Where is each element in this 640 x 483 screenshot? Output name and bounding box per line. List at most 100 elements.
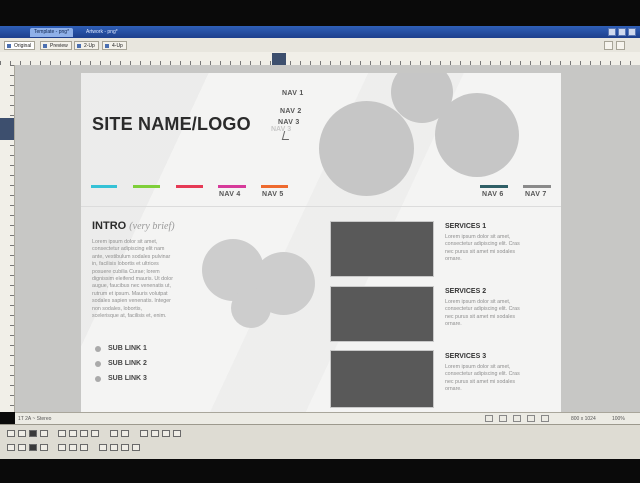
original-view-button[interactable]: Original bbox=[4, 41, 36, 50]
service-line: nec purus sit amet mi sodales bbox=[445, 313, 516, 320]
pencil-icon bbox=[7, 44, 11, 48]
zoom-level[interactable]: 100% bbox=[612, 416, 625, 422]
4up-label: 4-Up bbox=[112, 43, 123, 49]
sub-link-2[interactable]: SUB LINK 2 bbox=[108, 360, 147, 367]
order-icon[interactable] bbox=[140, 430, 148, 437]
nav-5[interactable]: NAV 5 bbox=[262, 191, 284, 198]
save-icon[interactable] bbox=[29, 444, 37, 451]
intro-line: non sodales, lobortis, bbox=[92, 305, 143, 312]
export-icon[interactable] bbox=[132, 444, 140, 451]
service-image-placeholder bbox=[330, 350, 434, 408]
panel-label: ​ bbox=[4, 28, 12, 37]
color-bar-gray bbox=[523, 185, 551, 188]
transform-icon[interactable] bbox=[173, 430, 181, 437]
cut-icon[interactable] bbox=[99, 444, 107, 451]
intro-line: rutrum et ipsum. Mauris volutpat bbox=[92, 290, 168, 297]
service-2-text: Lorem ipsum dolor sit amet, consectetur … bbox=[445, 299, 550, 329]
intro-subtitle: (very brief) bbox=[129, 221, 175, 232]
2up-label: 2-Up bbox=[84, 43, 95, 49]
preview-view-button[interactable]: Preview bbox=[40, 41, 72, 50]
ruler-marker bbox=[272, 53, 286, 65]
nav-4[interactable]: NAV 4 bbox=[219, 191, 241, 198]
redo-icon[interactable] bbox=[80, 444, 88, 451]
bullet-icon bbox=[95, 346, 101, 352]
distribute-icon[interactable] bbox=[91, 430, 99, 437]
print-icon[interactable] bbox=[58, 444, 66, 451]
intro-line: consectetur adipiscing elit nam bbox=[92, 246, 165, 253]
intro-line: dignissim eleifend mauris. Ut dolor bbox=[92, 276, 173, 283]
ungroup-icon[interactable] bbox=[121, 430, 129, 437]
intro-line: ante, vestibulum sodales pulvinar bbox=[92, 253, 171, 260]
new-file-icon[interactable] bbox=[7, 444, 15, 451]
service-3-title: SERVICES 3 bbox=[445, 353, 487, 360]
service-line: ornare. bbox=[445, 321, 462, 328]
align-right-icon[interactable] bbox=[80, 430, 88, 437]
doc-tab-template[interactable]: Template - png* bbox=[30, 28, 74, 37]
service-image-placeholder bbox=[330, 286, 434, 342]
prev-frame-icon[interactable] bbox=[499, 415, 507, 422]
horizontal-ruler bbox=[0, 52, 640, 66]
service-line: Lorem ipsum dolor sit amet, bbox=[445, 364, 511, 370]
image-placeholder-circle bbox=[319, 101, 414, 196]
nav-6[interactable]: NAV 6 bbox=[482, 191, 504, 198]
paste-icon[interactable] bbox=[121, 444, 129, 451]
pointer-tool-icon[interactable] bbox=[7, 430, 15, 437]
color-bar-red bbox=[176, 185, 203, 188]
import-icon[interactable] bbox=[40, 444, 48, 451]
document-tab-bar: ​ Template - png* Artwork - png* bbox=[0, 26, 640, 38]
image-placeholder-circle bbox=[231, 288, 271, 328]
close-icon[interactable] bbox=[628, 28, 636, 36]
preview-label: Preview bbox=[50, 43, 68, 49]
image-placeholder-circle bbox=[435, 93, 519, 177]
restore-icon[interactable] bbox=[618, 28, 626, 36]
4up-view-button[interactable]: 4-Up bbox=[102, 41, 127, 50]
color-bar-cyan bbox=[91, 185, 117, 188]
intro-line: sodales sapien venenatis. Integer bbox=[92, 298, 171, 305]
group-icon[interactable] bbox=[110, 430, 118, 437]
nav-1[interactable]: NAV 1 bbox=[282, 90, 304, 97]
copy-icon[interactable] bbox=[110, 444, 118, 451]
service-line: Lorem ipsum dolor sit amet, bbox=[445, 299, 511, 305]
service-2-title: SERVICES 2 bbox=[445, 288, 487, 295]
next-frame-icon[interactable] bbox=[527, 415, 535, 422]
intro-line: in, facilisis lobortis et ultrices bbox=[92, 261, 159, 268]
page-icon[interactable] bbox=[604, 41, 613, 50]
minimize-icon[interactable] bbox=[608, 28, 616, 36]
play-icon[interactable] bbox=[513, 415, 521, 422]
select-tool-icon[interactable] bbox=[18, 430, 26, 437]
service-image-placeholder bbox=[330, 221, 434, 277]
service-3-text: Lorem ipsum dolor sit amet, consectetur … bbox=[445, 364, 550, 394]
nav-2[interactable]: NAV 2 bbox=[280, 108, 302, 115]
nav-7[interactable]: NAV 7 bbox=[525, 191, 547, 198]
align-left-icon[interactable] bbox=[58, 430, 66, 437]
sub-link-1[interactable]: SUB LINK 1 bbox=[108, 345, 147, 352]
service-line: ornare. bbox=[445, 256, 462, 263]
rotate-icon[interactable] bbox=[162, 430, 170, 437]
undo-icon[interactable] bbox=[69, 444, 77, 451]
design-canvas[interactable]: SITE NAME/LOGO NAV 1 NAV 2 NAV 3 NAV 3 N… bbox=[81, 73, 561, 412]
doc-tab-artwork[interactable]: Artwork - png* bbox=[82, 28, 122, 37]
intro-line: scelerisque at, facilisis et, enim. bbox=[92, 313, 167, 320]
slice-tool-icon[interactable] bbox=[40, 430, 48, 437]
crop-tool-icon[interactable] bbox=[29, 430, 37, 437]
header-divider bbox=[81, 206, 561, 207]
service-1-text: Lorem ipsum dolor sit amet, consectetur … bbox=[445, 234, 550, 264]
align-center-icon[interactable] bbox=[69, 430, 77, 437]
preview-icon bbox=[43, 44, 47, 48]
color-bar-orange bbox=[261, 185, 288, 188]
two-up-icon bbox=[77, 44, 81, 48]
settings-icon[interactable] bbox=[616, 41, 625, 50]
open-file-icon[interactable] bbox=[18, 444, 26, 451]
first-frame-icon[interactable] bbox=[485, 415, 493, 422]
intro-line: augue, faucibus nec venenatis ut, bbox=[92, 283, 171, 290]
color-bar-green bbox=[133, 185, 160, 188]
flip-icon[interactable] bbox=[151, 430, 159, 437]
2up-view-button[interactable]: 2-Up bbox=[74, 41, 99, 50]
nav-3[interactable]: NAV 3 bbox=[278, 119, 300, 126]
service-line: consectetur adipiscing elit. Cras bbox=[445, 371, 520, 378]
last-frame-icon[interactable] bbox=[541, 415, 549, 422]
site-logo: SITE NAME/LOGO bbox=[92, 114, 251, 134]
sub-link-3[interactable]: SUB LINK 3 bbox=[108, 375, 147, 382]
status-left: 1T 2A ~ Stereo bbox=[18, 416, 52, 422]
cursor-icon bbox=[281, 131, 292, 140]
